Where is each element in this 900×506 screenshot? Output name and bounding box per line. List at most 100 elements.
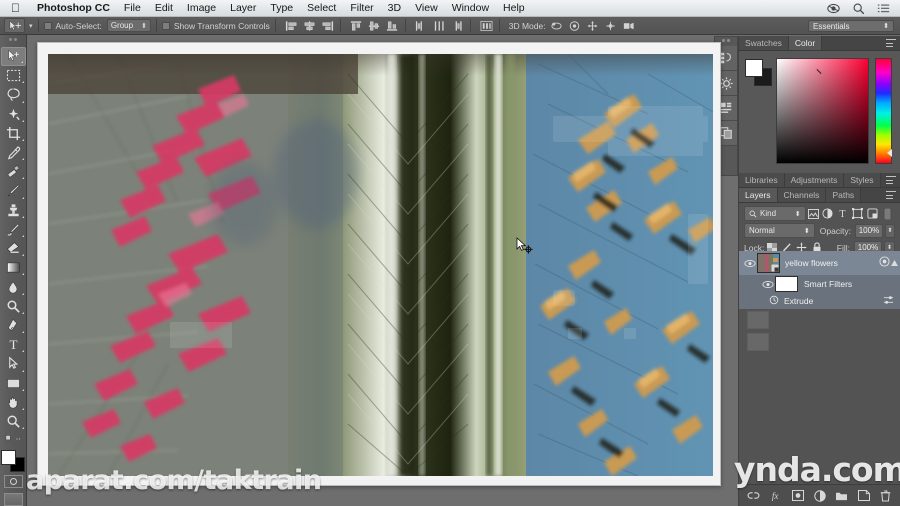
auto-align-layers-icon[interactable] — [479, 19, 494, 33]
menu-item-window[interactable]: Window — [445, 0, 496, 16]
new-group-icon[interactable] — [835, 489, 848, 502]
auto-select-checkbox[interactable] — [43, 21, 52, 30]
workspace-switcher[interactable]: Essentials ⬍ — [808, 20, 894, 32]
filter-power-icon[interactable] — [880, 206, 895, 221]
scale-3d-icon[interactable] — [621, 19, 636, 33]
crop-tool[interactable] — [1, 124, 26, 143]
layers-panel-menu-icon[interactable] — [886, 191, 896, 199]
dodge-tool[interactable] — [1, 297, 26, 316]
new-adjustment-layer-icon[interactable] — [813, 489, 826, 502]
color-panel-menu-icon[interactable] — [886, 39, 896, 47]
opacity-value[interactable]: 100% — [854, 223, 883, 238]
menu-app-name[interactable]: Photoshop CC — [30, 0, 117, 16]
screen-mode-icon[interactable] — [3, 493, 23, 506]
color-hue-ramp[interactable] — [875, 58, 892, 164]
opacity-stepper[interactable]: ⬍ — [884, 223, 895, 238]
rectangle-tool[interactable] — [1, 374, 26, 393]
align-bottom-edges-icon[interactable] — [385, 19, 400, 33]
clone-stamp-tool[interactable] — [1, 201, 26, 220]
distribute-left-icon[interactable] — [414, 19, 429, 33]
rail-grip[interactable] — [719, 39, 733, 44]
toolbar-grip[interactable] — [5, 38, 21, 44]
add-layer-style-icon[interactable]: fx — [769, 489, 782, 502]
menu-item-help[interactable]: Help — [496, 0, 532, 16]
tab-swatches[interactable]: Swatches — [739, 36, 789, 50]
menu-item-type[interactable]: Type — [263, 0, 300, 16]
foreground-color-swatch[interactable] — [1, 449, 16, 465]
path-selection-tool[interactable] — [1, 354, 26, 373]
tool-preset-caret[interactable]: ▾ — [29, 22, 33, 30]
slide-3d-icon[interactable] — [603, 19, 618, 33]
hand-tool[interactable] — [1, 393, 26, 412]
tab-paths[interactable]: Paths — [826, 188, 862, 202]
tab-channels[interactable]: Channels — [777, 188, 827, 202]
apple-logo-icon[interactable]:  — [11, 2, 20, 14]
menu-item-select[interactable]: Select — [300, 0, 343, 16]
screen-share-icon[interactable] — [827, 2, 840, 15]
tab-adjustments[interactable]: Adjustments — [784, 173, 845, 187]
menu-item-edit[interactable]: Edit — [148, 0, 180, 16]
layer-row-hidden-2[interactable] — [739, 331, 900, 353]
smart-filter-extrude-row[interactable]: Extrude — [739, 293, 900, 309]
tab-styles[interactable]: Styles — [844, 173, 881, 187]
tab-libraries[interactable]: Libraries — [739, 173, 785, 187]
image-canvas[interactable] — [48, 54, 713, 476]
layer-expand-arrow-icon[interactable] — [891, 253, 898, 271]
align-horizontal-centers-icon[interactable] — [302, 19, 317, 33]
libraries-panel-menu-icon[interactable] — [886, 176, 896, 184]
filter-shape-icon[interactable] — [850, 206, 865, 221]
layer-name[interactable]: yellow flowers — [785, 258, 838, 268]
distribute-horizontal-center-icon[interactable] — [432, 19, 447, 33]
layers-list[interactable]: yellow flowers Smart Filters Extrude — [739, 251, 900, 484]
move-tool-icon[interactable] — [4, 18, 25, 33]
add-layer-mask-icon[interactable] — [791, 489, 804, 502]
search-icon[interactable] — [852, 2, 865, 15]
layer-row-yellow-flowers[interactable]: yellow flowers — [739, 251, 900, 275]
smart-filters-visibility-icon[interactable] — [761, 280, 775, 289]
layer-row-hidden-1[interactable] — [739, 309, 900, 331]
tab-color[interactable]: Color — [788, 36, 823, 50]
horizontal-type-tool[interactable]: T — [1, 335, 26, 354]
menu-item-3d[interactable]: 3D — [381, 0, 408, 16]
menu-item-image[interactable]: Image — [180, 0, 223, 16]
eraser-tool[interactable] — [1, 239, 26, 258]
brush-tool[interactable] — [1, 181, 26, 200]
spot-healing-brush-tool[interactable] — [1, 162, 26, 181]
align-right-edges-icon[interactable] — [320, 19, 335, 33]
pen-tool[interactable] — [1, 316, 26, 335]
quick-selection-tool[interactable] — [1, 105, 26, 124]
color-swatches[interactable] — [1, 449, 25, 472]
smart-filters-mask-thumbnail[interactable] — [775, 276, 798, 292]
color-panel-foreground-swatch[interactable] — [745, 59, 763, 77]
blend-mode-dropdown[interactable]: Normal ⬍ — [744, 223, 815, 238]
layer-thumbnail[interactable] — [757, 253, 780, 273]
layer-visibility-icon[interactable] — [743, 259, 757, 268]
blur-tool[interactable] — [1, 277, 26, 296]
filter-settings-icon[interactable] — [883, 292, 894, 310]
roll-3d-icon[interactable] — [567, 19, 582, 33]
smart-filter-visibility-icon[interactable] — [769, 292, 779, 310]
layer-filter-kind-dropdown[interactable]: Kind ⬍ — [744, 206, 806, 221]
smart-filter-name[interactable]: Extrude — [784, 296, 813, 306]
color-picker-field[interactable] — [776, 58, 869, 164]
smart-filters-row[interactable]: Smart Filters — [739, 275, 900, 293]
filter-type-icon[interactable]: T — [835, 206, 850, 221]
history-brush-tool[interactable] — [1, 220, 26, 239]
menu-item-layer[interactable]: Layer — [223, 0, 263, 16]
notification-list-icon[interactable] — [877, 2, 890, 15]
move-tool[interactable] — [0, 46, 26, 67]
lasso-tool[interactable] — [1, 85, 26, 104]
menu-item-file[interactable]: File — [117, 0, 148, 16]
link-layers-icon[interactable] — [747, 489, 760, 502]
auto-select-dropdown[interactable]: Group ⬍ — [106, 19, 151, 32]
align-left-edges-icon[interactable] — [284, 19, 299, 33]
filter-pixel-icon[interactable] — [806, 206, 821, 221]
rectangular-marquee-tool[interactable] — [1, 66, 26, 85]
eyedropper-tool[interactable] — [1, 143, 26, 162]
show-transform-controls-checkbox[interactable] — [161, 21, 170, 30]
zoom-tool[interactable] — [1, 412, 26, 431]
tab-layers[interactable]: Layers — [739, 188, 778, 202]
filter-adjustment-icon[interactable] — [821, 206, 836, 221]
color-panel-swatches[interactable] — [745, 59, 772, 86]
filter-smart-object-icon[interactable] — [865, 206, 880, 221]
